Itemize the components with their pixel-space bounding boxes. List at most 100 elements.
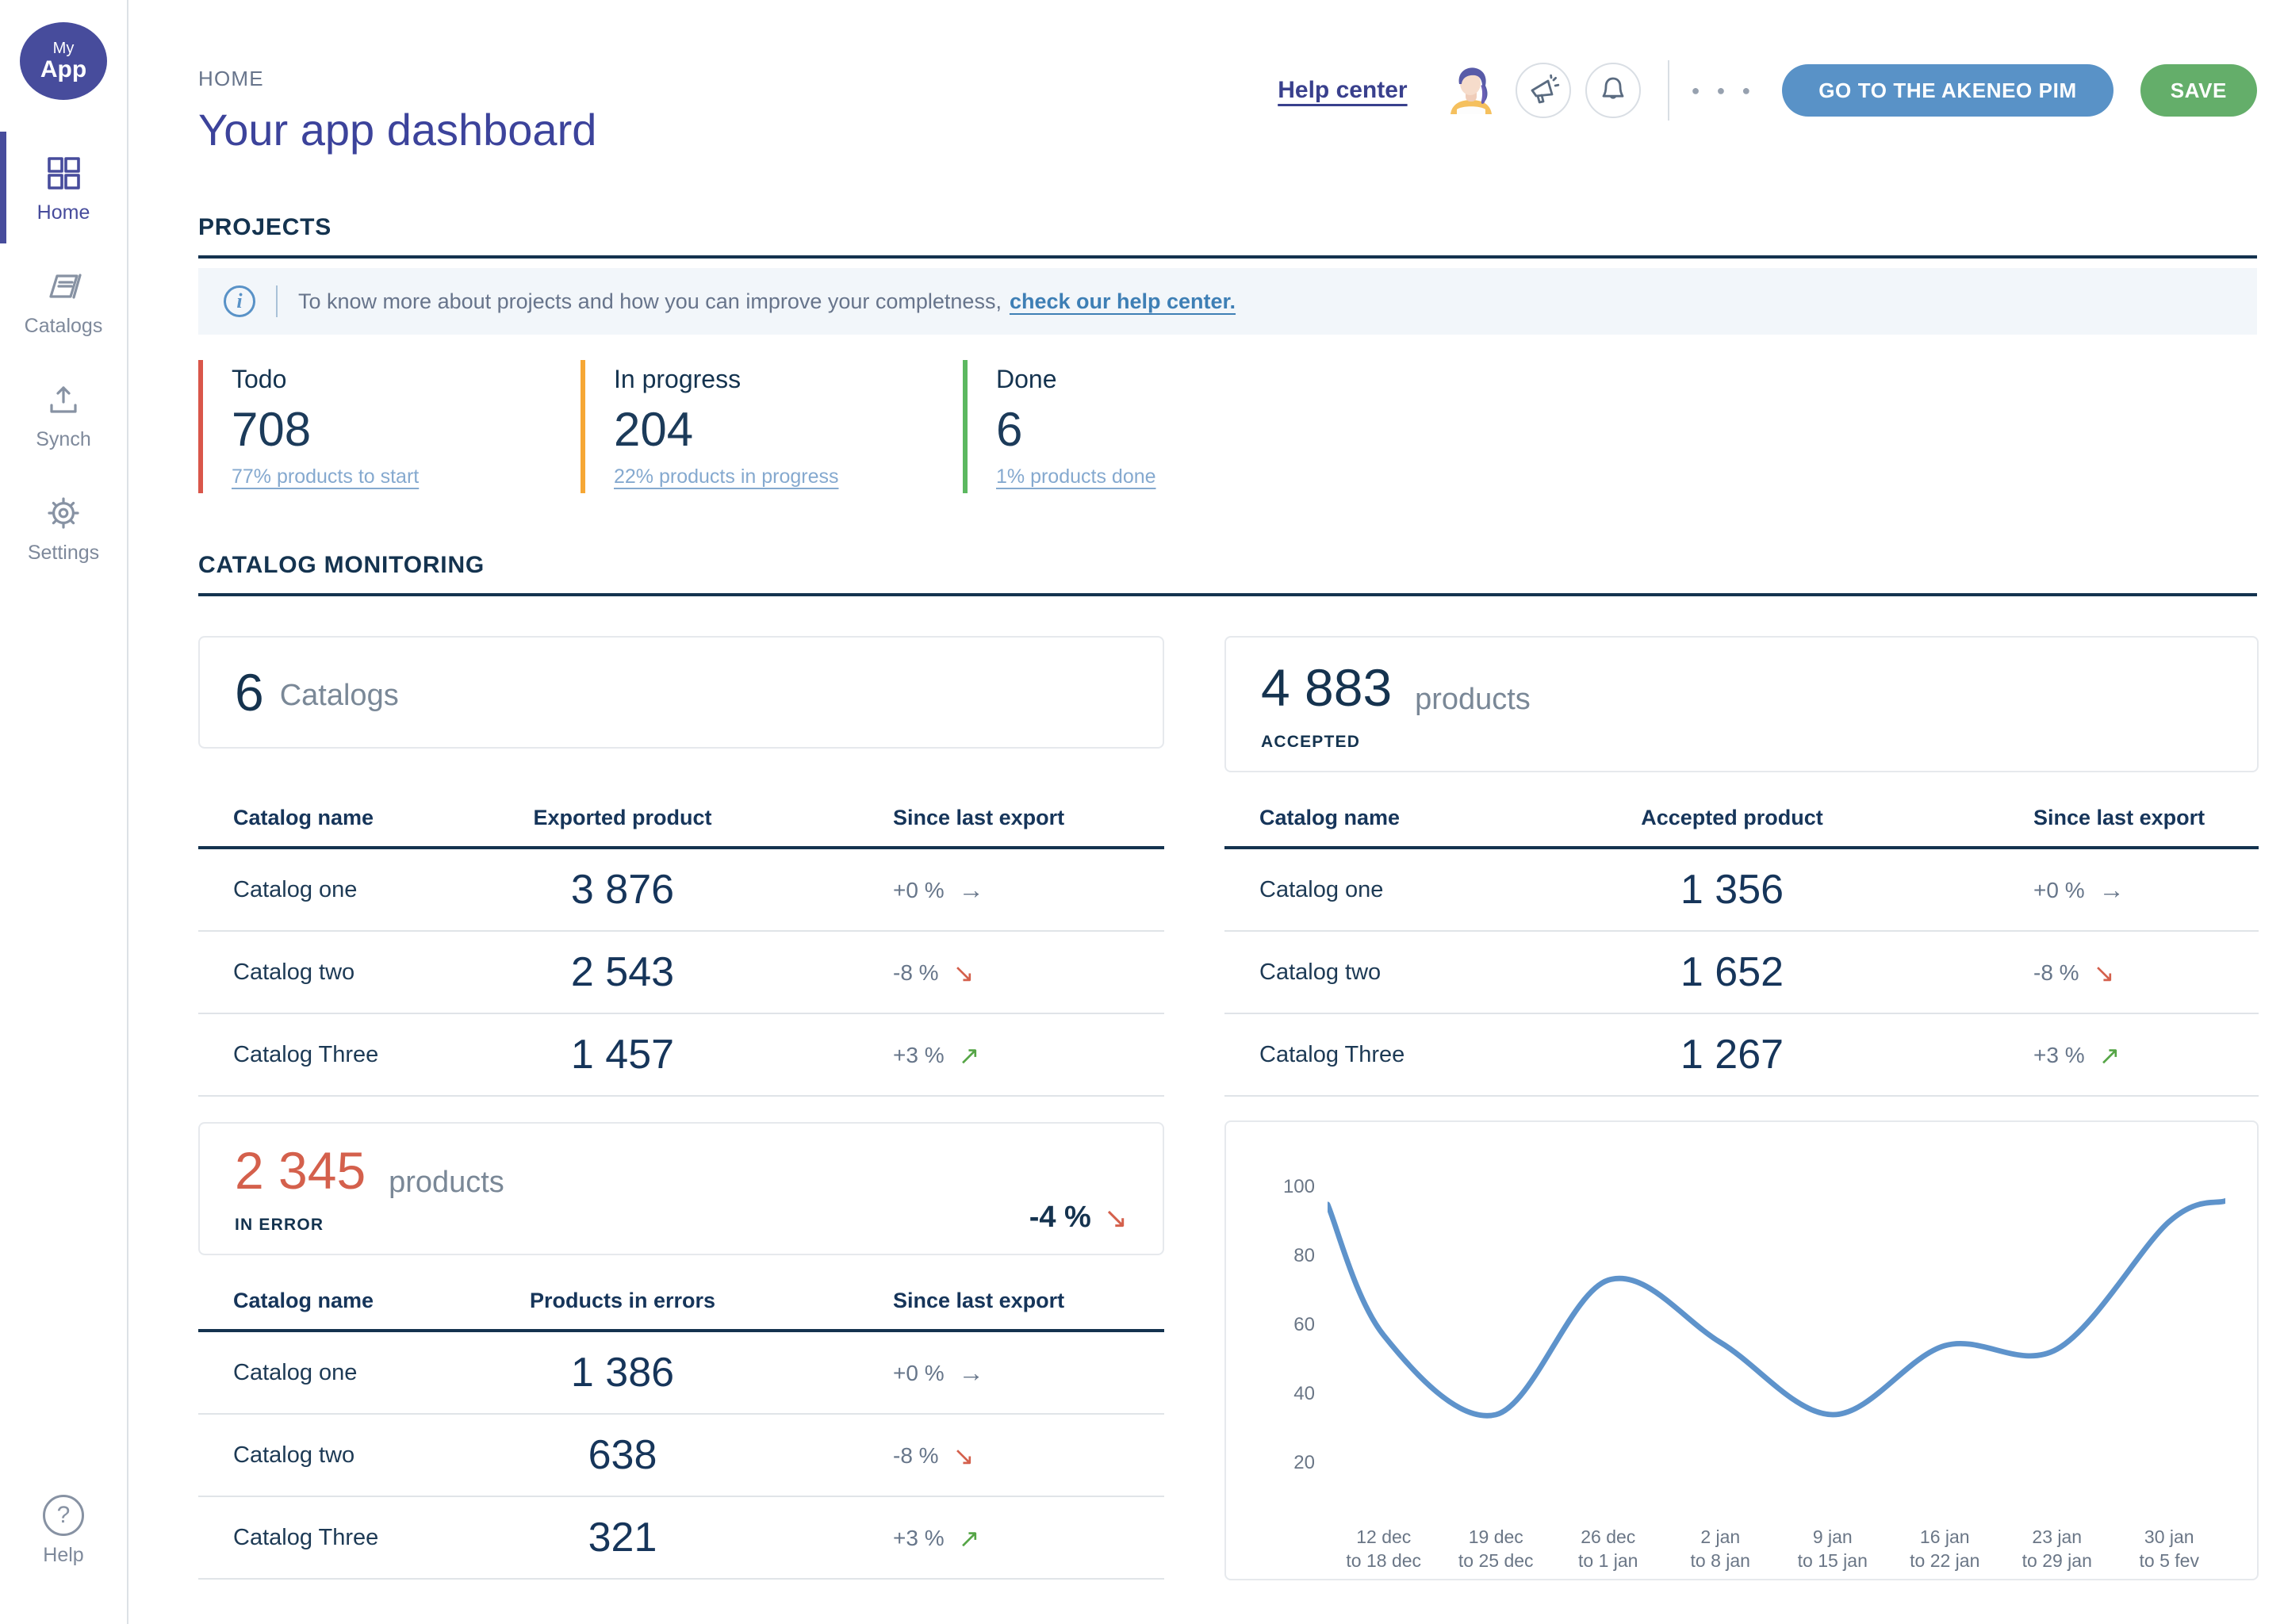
trend-value: +3 %: [893, 1043, 945, 1068]
upload-icon: [44, 381, 82, 428]
kpi-label: Done: [996, 365, 1345, 394]
sidebar-item-label: Settings: [28, 542, 99, 565]
error-trend: -4 % ↘: [1029, 1201, 1128, 1235]
trend-flat-icon: →: [959, 1358, 984, 1388]
trend-up-icon: ↗: [959, 1523, 980, 1553]
help-icon: ?: [43, 1495, 84, 1536]
catalog-name: Catalog one: [198, 1360, 452, 1386]
in-error-sublabel: IN ERROR: [235, 1216, 504, 1235]
chart-canvas: [1328, 1154, 2225, 1519]
save-button[interactable]: SAVE: [2140, 64, 2257, 117]
table-row: Catalog Three 1 457 +3 % ↗: [198, 1014, 1164, 1097]
table-row: Catalog two 638 -8 %↘: [198, 1415, 1164, 1497]
sidebar-item-label: Help: [43, 1544, 83, 1567]
accepted-count: 1 267: [1510, 1031, 1954, 1078]
kpi-label: In progress: [614, 365, 963, 394]
table-header: Catalog name Accepted product Since last…: [1224, 806, 2259, 849]
table-header: Catalog name Exported product Since last…: [198, 806, 1164, 849]
projects-info-banner: i To know more about projects and how yo…: [198, 268, 2257, 335]
trend-value: -8 %: [893, 1443, 939, 1469]
sidebar-item-synch[interactable]: Synch: [0, 381, 127, 451]
catalog-name: Catalog one: [1224, 877, 1510, 903]
catalog-monitoring-grid: 6 Catalogs Catalog name Exported product…: [198, 636, 2257, 1580]
kpi-todo: Todo 708 77% products to start: [198, 360, 581, 493]
catalog-name: Catalog Three: [198, 1042, 452, 1068]
announcements-button[interactable]: [1516, 63, 1571, 118]
products-line-chart: 10080604020 12 decto 18 dec19 decto 25 d…: [1224, 1120, 2259, 1580]
catalogs-count-card: 6 Catalogs: [198, 636, 1164, 749]
monitoring-right-column: 4 883 products ACCEPTED Catalog name Acc…: [1224, 636, 2259, 1580]
trend-value: +3 %: [2033, 1043, 2085, 1068]
y-axis-tick-label: 80: [1255, 1243, 1315, 1269]
accepted-products-table: Catalog name Accepted product Since last…: [1224, 806, 2259, 1097]
trend-down-icon: ↘: [1104, 1201, 1128, 1235]
table-row: Catalog one 1 356 +0 %→: [1224, 849, 2259, 932]
kpi-in-progress: In progress 204 22% products in progress: [581, 360, 963, 493]
errors-count: 1 386: [452, 1349, 793, 1396]
overflow-menu-button[interactable]: ● ● ●: [1692, 82, 1757, 99]
help-center-link[interactable]: Help center: [1278, 77, 1407, 104]
divider: [276, 285, 278, 317]
table-row: Catalog Three 1 267 +3 %↗: [1224, 1014, 2259, 1097]
trend-down-icon: ↘: [2094, 958, 2115, 988]
monitoring-left-column: 6 Catalogs Catalog name Exported product…: [198, 636, 1164, 1580]
accepted-products-card: 4 883 products ACCEPTED: [1224, 636, 2259, 772]
products-in-error-card: 2 345 products IN ERROR -4 % ↘: [198, 1122, 1164, 1255]
app-logo-text-bottom: App: [40, 58, 86, 82]
sidebar-item-help[interactable]: ? Help: [0, 1495, 127, 1567]
sidebar-item-catalogs[interactable]: Catalogs: [0, 267, 127, 338]
exported-count: 1 457: [452, 1031, 793, 1078]
help-center-banner-link[interactable]: check our help center.: [1010, 289, 1236, 314]
go-to-pim-button[interactable]: GO TO THE AKENEO PIM: [1782, 64, 2113, 117]
x-axis-tick-label: 2 janto 8 jan: [1665, 1525, 1777, 1572]
trend-value: +0 %: [893, 1361, 945, 1386]
catalog-name: Catalog two: [198, 1442, 452, 1469]
projects-section-title: PROJECTS: [198, 214, 2257, 259]
kpi-value: 204: [614, 406, 963, 454]
chart-plot-area: 10080604020: [1328, 1154, 2225, 1519]
y-axis-tick-label: 100: [1255, 1174, 1315, 1200]
exported-products-table: Catalog name Exported product Since last…: [198, 806, 1164, 1097]
exported-count: 2 543: [452, 948, 793, 996]
catalog-name: Catalog Three: [1224, 1042, 1510, 1068]
banner-text: To know more about projects and how you …: [298, 289, 1002, 314]
trend-value: +3 %: [893, 1526, 945, 1551]
trend-flat-icon: →: [959, 875, 984, 905]
exported-count: 3 876: [452, 866, 793, 914]
info-icon: i: [224, 285, 255, 317]
sidebar-item-settings[interactable]: Settings: [0, 494, 127, 565]
app-logo[interactable]: My App: [20, 22, 107, 100]
catalogs-book-icon: [43, 267, 84, 315]
app-logo-text-top: My: [53, 40, 75, 56]
sidebar-item-home[interactable]: Home: [0, 154, 127, 224]
gear-icon: [44, 494, 82, 542]
trend-down-icon: ↘: [953, 958, 975, 988]
kpi-link-done[interactable]: 1% products done: [996, 465, 1345, 488]
y-axis-tick-label: 20: [1255, 1450, 1315, 1476]
x-axis: 12 decto 18 dec19 decto 25 dec26 decto 1…: [1328, 1525, 2225, 1572]
column-header: Since last export: [1954, 806, 2259, 830]
kpi-link-todo[interactable]: 77% products to start: [232, 465, 581, 488]
notifications-button[interactable]: [1585, 63, 1641, 118]
sidebar-item-label: Home: [37, 201, 90, 224]
kpi-link-in-progress[interactable]: 22% products in progress: [614, 465, 963, 488]
catalog-name: Catalog Three: [198, 1525, 452, 1551]
projects-kpis: Todo 708 77% products to start In progre…: [198, 360, 2257, 493]
trend-up-icon: ↗: [959, 1040, 980, 1071]
main-content: HOME Your app dashboard Help center: [128, 0, 2284, 1624]
sidebar-item-label: Catalogs: [25, 315, 103, 338]
accepted-sublabel: ACCEPTED: [1261, 733, 2222, 752]
column-header: Products in errors: [452, 1289, 793, 1313]
bell-icon: [1596, 73, 1631, 108]
x-axis-tick-label: 23 janto 29 jan: [2001, 1525, 2113, 1572]
accepted-products-label: products: [1415, 683, 1531, 716]
trend-value: -8 %: [2033, 960, 2079, 986]
column-header: Catalog name: [1224, 806, 1510, 830]
user-avatar[interactable]: [1443, 62, 1500, 119]
column-header: Since last export: [793, 1289, 1164, 1313]
table-row: Catalog two 1 652 -8 %↘: [1224, 932, 2259, 1014]
catalog-name: Catalog one: [198, 877, 452, 903]
y-axis-tick-label: 40: [1255, 1381, 1315, 1407]
x-axis-tick-label: 9 janto 15 jan: [1776, 1525, 1889, 1572]
trend-flat-icon: →: [2099, 875, 2125, 905]
